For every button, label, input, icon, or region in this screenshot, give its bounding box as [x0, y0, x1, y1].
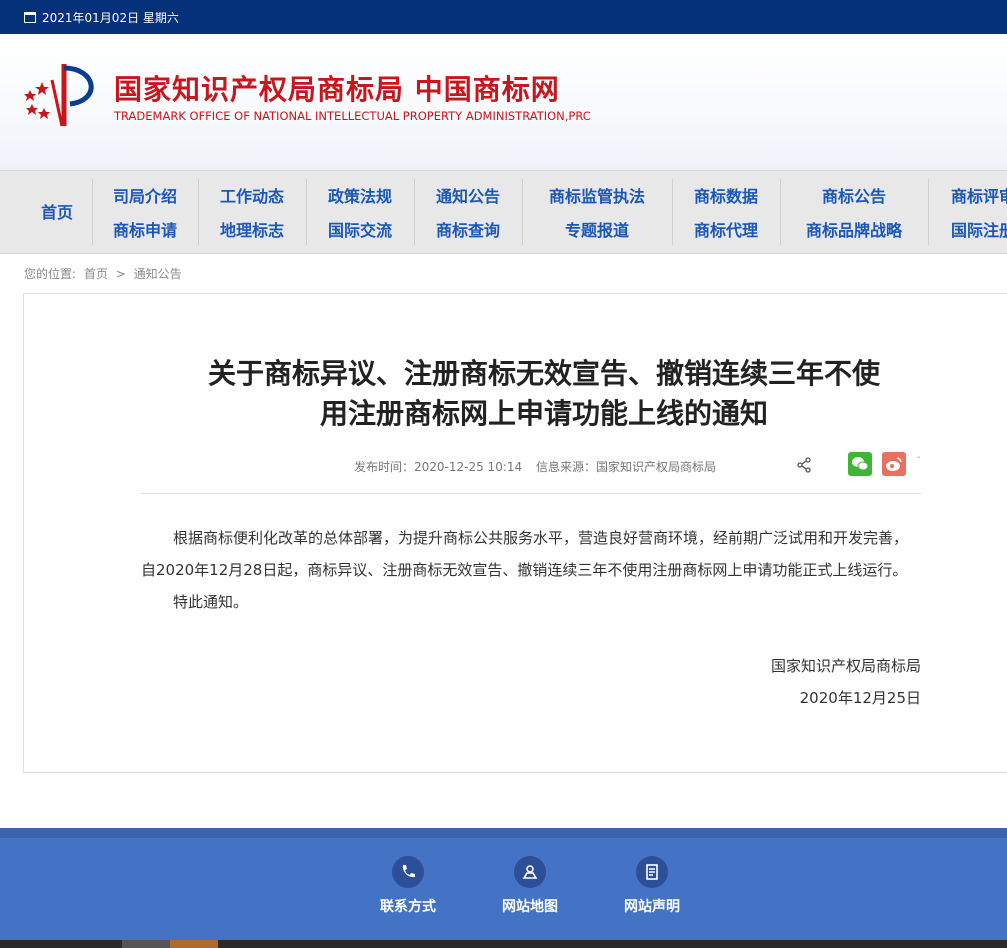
nav-column: 商标数据 商标代理: [672, 183, 780, 241]
footer-label: 网站地图: [502, 899, 558, 915]
footer-label: 网站声明: [624, 899, 680, 915]
footer-statement[interactable]: 网站声明: [612, 856, 692, 916]
nav-item[interactable]: 商标查询: [436, 217, 500, 241]
footer-label: 联系方式: [380, 899, 436, 915]
breadcrumb-home[interactable]: 首页: [84, 267, 108, 281]
site-header: 国家知识产权局商标局 中国商标网 TRADEMARK OFFICE OF NAT…: [0, 34, 1007, 170]
nav-column: 工作动态 地理标志: [198, 183, 306, 241]
nav-item[interactable]: 商标品牌战略: [806, 217, 902, 241]
site-footer: 联系方式 网站地图 网站声明: [0, 828, 1007, 940]
date-text: 2021年01月02日 星期六: [42, 11, 179, 25]
wechat-icon[interactable]: [848, 452, 872, 476]
nav-column: 商标监管执法 专题报道: [522, 183, 672, 241]
nav-column: 商标公告 商标品牌战略: [780, 183, 928, 241]
nav-item[interactable]: 工作动态: [220, 183, 284, 207]
document-icon: [636, 856, 668, 888]
publish-time: 发布时间：2020-12-25 10:14: [354, 460, 523, 474]
article-panel: 关于商标异议、注册商标无效宣告、撤销连续三年不使 用注册商标网上申请功能上线的通…: [23, 293, 1007, 773]
date-display: 2021年01月02日 星期六: [24, 9, 179, 26]
nav-separator: [928, 179, 929, 245]
phone-icon: [392, 856, 424, 888]
footer-contact[interactable]: 联系方式: [368, 856, 448, 916]
article-paragraph: 特此通知。: [173, 593, 249, 611]
article-title-line: 关于商标异议、注册商标无效宣告、撤销连续三年不使: [207, 357, 880, 390]
nav-item[interactable]: 国际注册: [951, 217, 1007, 241]
nav-item[interactable]: 政策法规: [328, 183, 392, 207]
nav-column: 通知公告 商标查询: [414, 183, 522, 241]
breadcrumb: 您的位置: 首页 > 通知公告: [24, 265, 186, 282]
nav-item[interactable]: 通知公告: [436, 183, 500, 207]
footer-sitemap[interactable]: 网站地图: [490, 856, 570, 916]
map-icon: [514, 856, 546, 888]
nav-item[interactable]: 商标申请: [113, 217, 177, 241]
top-bar: 2021年01月02日 星期六: [0, 0, 1007, 34]
nav-item[interactable]: 商标评审: [951, 183, 1007, 207]
site-title: 国家知识产权局商标局 中国商标网: [114, 73, 560, 106]
breadcrumb-separator: >: [115, 267, 126, 281]
calendar-icon: [24, 12, 36, 23]
meta-divider: [141, 493, 921, 494]
nav-item[interactable]: 商标监管执法: [549, 183, 645, 207]
nav-item[interactable]: 司局介绍: [113, 183, 177, 207]
main-nav: 首页 司局介绍 商标申请 工作动态 地理标志 政策法规 国际交流 通知公告 商标…: [0, 170, 1007, 254]
nav-home[interactable]: 首页: [22, 199, 92, 223]
nav-item[interactable]: 商标数据: [694, 183, 758, 207]
bottom-strip: [0, 940, 1007, 948]
weibo-icon[interactable]: [882, 452, 906, 476]
nav-column: 政策法规 国际交流: [306, 183, 414, 241]
nav-column: 司局介绍 商标申请: [92, 183, 198, 241]
breadcrumb-label: 您的位置:: [24, 267, 77, 281]
article-title: 关于商标异议、注册商标无效宣告、撤销连续三年不使 用注册商标网上申请功能上线的通…: [154, 354, 934, 434]
nav-column: 商标评审 国际注册: [951, 183, 1007, 241]
article-title-line: 用注册商标网上申请功能上线的通知: [319, 397, 768, 430]
nav-item[interactable]: 地理标志: [220, 217, 284, 241]
signature-date: 2020年12月25日: [799, 689, 921, 707]
site-logo[interactable]: [22, 60, 106, 130]
nav-item[interactable]: 专题报道: [565, 217, 629, 241]
breadcrumb-current[interactable]: 通知公告: [134, 267, 182, 281]
article-meta: 发布时间：2020-12-25 10:14 信息来源：国家知识产权局商标局: [354, 458, 726, 475]
site-subtitle: TRADEMARK OFFICE OF NATIONAL INTELLECTUA…: [114, 109, 591, 123]
nav-item[interactable]: 国际交流: [328, 217, 392, 241]
info-source: 信息来源：国家知识产权局商标局: [535, 460, 716, 474]
nav-item[interactable]: 商标公告: [822, 183, 886, 207]
article-signature: 国家知识产权局商标局 2020年12月25日: [771, 650, 921, 714]
article-body: 根据商标便利化改革的总体部署，为提升商标公共服务水平，营造良好营商环境，经前期广…: [141, 522, 911, 618]
share-more: -: [917, 452, 921, 463]
article-paragraph: 根据商标便利化改革的总体部署，为提升商标公共服务水平，营造良好营商环境，经前期广…: [141, 529, 909, 579]
share-icon[interactable]: [796, 457, 812, 473]
nav-item[interactable]: 商标代理: [694, 217, 758, 241]
signature-org: 国家知识产权局商标局: [770, 657, 921, 675]
